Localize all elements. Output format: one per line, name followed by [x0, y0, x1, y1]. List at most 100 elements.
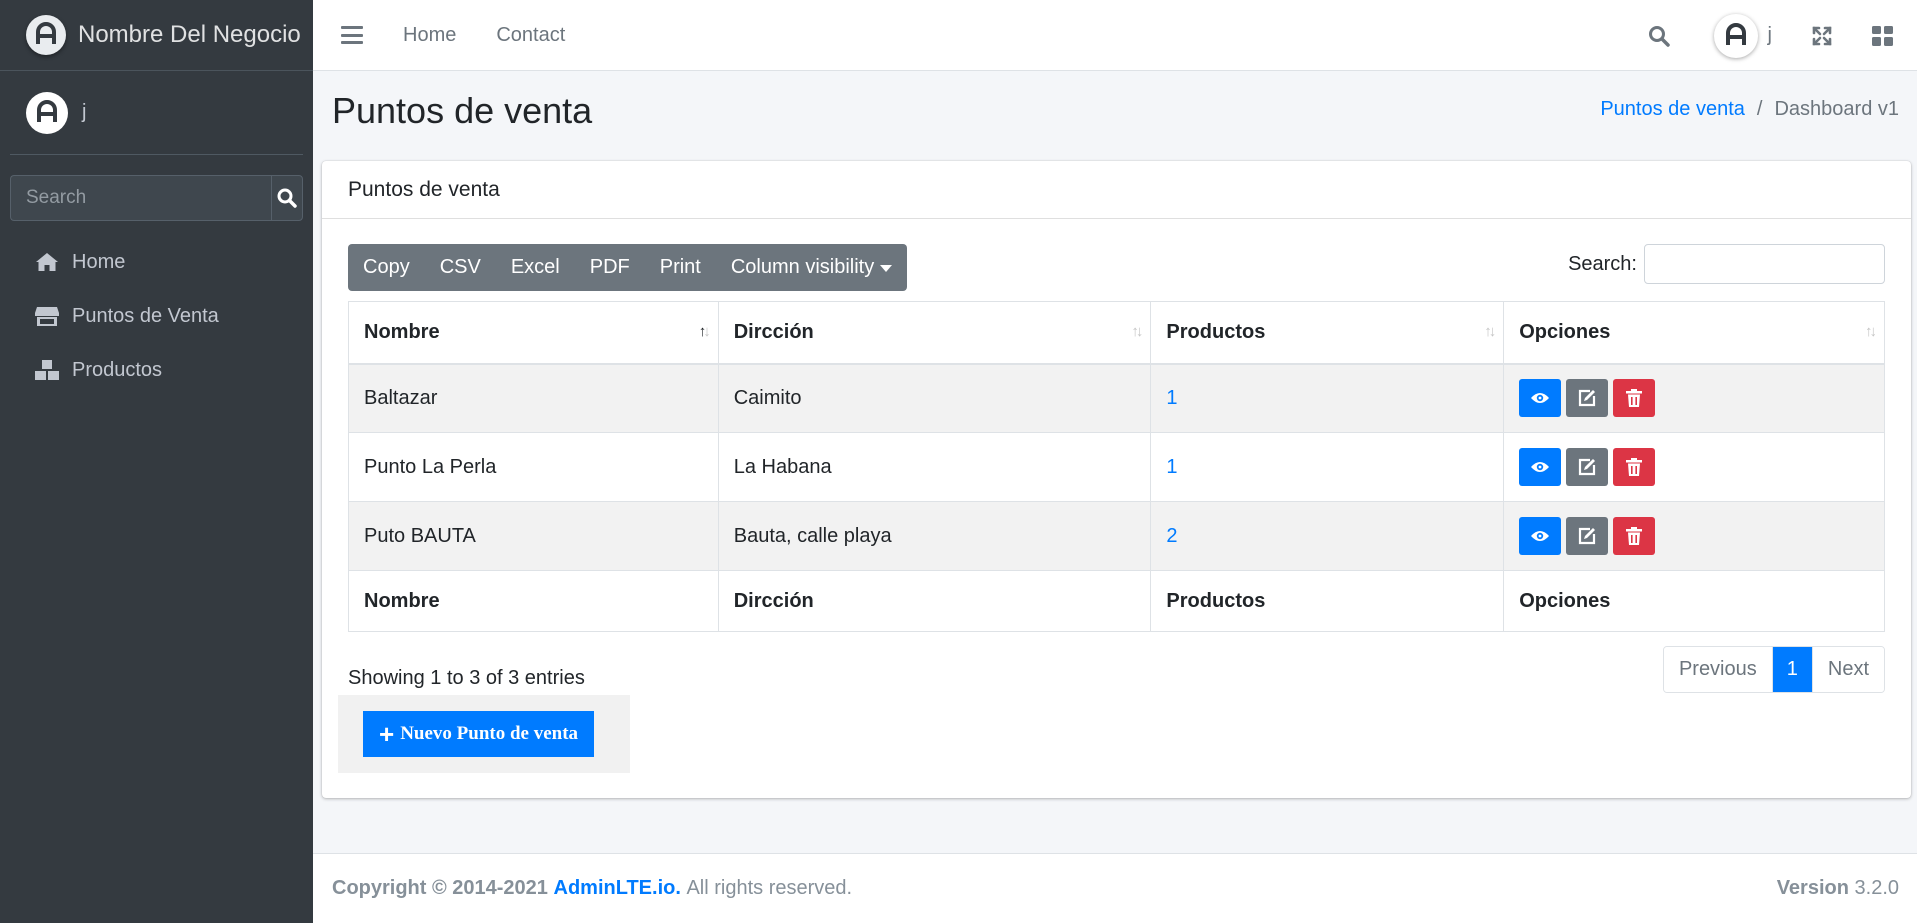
footer-opciones: Opciones [1503, 570, 1885, 632]
navbar-user-name[interactable]: j [1768, 24, 1772, 47]
eye-icon [1531, 462, 1550, 472]
pdf-button[interactable]: PDF [575, 244, 645, 291]
delete-button[interactable] [1613, 448, 1656, 486]
main-footer: Copyright © 2014-2021 AdminLTE.io. All r… [313, 853, 1917, 923]
sidebar-item-puntos-de-venta[interactable]: Puntos de Venta [0, 289, 313, 343]
footer-direccion: Dircción [717, 570, 1152, 632]
puntos-table: Nombre ↑↓ Dircción ↑↓ Productos ↑↓ Opciones… [348, 301, 1885, 632]
edit-icon [1579, 458, 1596, 476]
column-header-productos[interactable]: Productos ↑↓ [1150, 301, 1505, 365]
footer-version-label: Version [1776, 877, 1849, 899]
page-title: Puntos de venta [332, 90, 593, 131]
caret-down-icon [880, 265, 893, 272]
sidebar-search-button[interactable] [271, 175, 303, 221]
trash-icon [1626, 458, 1643, 476]
new-punto-button[interactable]: + Nuevo Punto de venta [363, 711, 595, 757]
cell-direccion: Bauta, calle playa [717, 501, 1152, 571]
breadcrumb: Puntos de venta / Dashboard v1 [1600, 98, 1899, 121]
footer-rights: All rights reserved. [686, 877, 853, 899]
menu-toggle-icon[interactable] [341, 26, 363, 44]
view-button[interactable] [1519, 448, 1562, 486]
table-row: Puto BAUTA Bauta, calle playa 2 [348, 501, 1885, 571]
cell-opciones [1503, 432, 1885, 502]
print-button[interactable]: Print [645, 244, 716, 291]
view-button[interactable] [1519, 379, 1562, 418]
csv-button[interactable]: CSV [425, 244, 496, 291]
cell-productos: 1 [1150, 363, 1505, 433]
delete-button[interactable] [1613, 379, 1656, 418]
footer-adminlte-link[interactable]: AdminLTE.io. [554, 877, 681, 900]
new-button-wrapper: + Nuevo Punto de venta [338, 695, 630, 773]
export-buttons: Copy CSV Excel PDF Print Column visibili… [348, 244, 908, 291]
cell-productos: 2 [1150, 501, 1505, 571]
column-visibility-label: Column visibility [730, 256, 875, 278]
table-row: Baltazar Caimito 1 [348, 363, 1885, 433]
search-icon [277, 188, 297, 208]
delete-button[interactable] [1613, 517, 1656, 555]
user-name[interactable]: j [82, 101, 86, 124]
cell-direccion: Caimito [717, 363, 1152, 433]
cell-opciones [1503, 363, 1885, 433]
sort-icon: ↑↓ [1131, 323, 1143, 340]
nav-link-home[interactable]: Home [403, 24, 456, 47]
sidebar-search [10, 175, 303, 221]
sidebar-item-productos[interactable]: Productos [0, 343, 313, 397]
pagination-page-1[interactable]: 1 [1771, 647, 1812, 692]
breadcrumb-link[interactable]: Puntos de venta [1600, 98, 1745, 121]
edit-button[interactable] [1566, 517, 1609, 555]
eye-icon [1531, 531, 1550, 541]
cell-opciones [1503, 501, 1885, 571]
column-header-nombre[interactable]: Nombre ↑↓ [348, 301, 719, 365]
edit-button[interactable] [1566, 379, 1609, 418]
store-icon [34, 305, 60, 327]
cell-nombre: Punto La Perla [348, 432, 719, 502]
sort-icon: ↑↓ [1865, 323, 1877, 340]
table-search-input[interactable] [1644, 244, 1885, 284]
edit-button[interactable] [1566, 448, 1609, 486]
navbar-user-avatar-icon[interactable] [1713, 13, 1758, 58]
brand-name: Nombre Del Negocio [78, 21, 301, 48]
plus-icon: + [379, 719, 395, 749]
table-row: Punto La Perla La Habana 1 [348, 432, 1885, 502]
table-header-row: Nombre ↑↓ Dircción ↑↓ Productos ↑↓ Opciones… [348, 301, 1885, 365]
trash-icon [1626, 389, 1643, 408]
fullscreen-icon[interactable] [1812, 26, 1832, 46]
user-avatar-icon [26, 91, 68, 134]
view-button[interactable] [1519, 517, 1562, 555]
edit-icon [1579, 527, 1596, 545]
edit-icon [1579, 390, 1596, 407]
top-navbar: Home Contact j [313, 0, 1917, 71]
puntos-card: Puntos de venta Copy CSV Excel PDF Print… [322, 161, 1911, 798]
cell-productos: 1 [1150, 432, 1505, 502]
table-search-label: Search: [1568, 252, 1637, 275]
user-panel[interactable]: j [10, 71, 303, 155]
boxes-icon [34, 359, 60, 381]
footer-version-number: 3.2.0 [1854, 877, 1899, 899]
new-punto-label: Nuevo Punto de venta [400, 723, 579, 744]
productos-link[interactable]: 1 [1166, 387, 1177, 409]
column-visibility-button[interactable]: Column visibility [716, 244, 907, 291]
pagination-previous[interactable]: Previous [1663, 647, 1772, 692]
breadcrumb-separator: / [1756, 98, 1763, 120]
pagination-next[interactable]: Next [1811, 647, 1884, 692]
search-icon[interactable] [1648, 25, 1670, 47]
productos-link[interactable]: 1 [1166, 456, 1177, 478]
productos-link[interactable]: 2 [1166, 525, 1177, 547]
card-title: Puntos de venta [322, 161, 1911, 219]
home-icon [34, 251, 60, 273]
sidebar-item-home[interactable]: Home [0, 235, 313, 289]
excel-button[interactable]: Excel [496, 244, 575, 291]
grid-icon[interactable] [1872, 25, 1893, 46]
cell-nombre: Puto BAUTA [348, 501, 719, 571]
column-header-direccion[interactable]: Dircción ↑↓ [717, 301, 1152, 365]
brand-link[interactable]: Nombre Del Negocio [0, 0, 313, 71]
column-header-opciones[interactable]: Opciones ↑↓ [1503, 301, 1885, 365]
nav-link-contact[interactable]: Contact [496, 24, 565, 47]
footer-productos: Productos [1150, 570, 1505, 632]
copy-button[interactable]: Copy [348, 244, 425, 291]
table-search: Search: [1568, 244, 1885, 284]
sidebar-search-input[interactable] [10, 175, 271, 221]
sidebar-item-label: Home [72, 250, 126, 273]
sidebar-item-label: Puntos de Venta [72, 304, 219, 327]
footer-version: Version 3.2.0 [1777, 877, 1899, 900]
